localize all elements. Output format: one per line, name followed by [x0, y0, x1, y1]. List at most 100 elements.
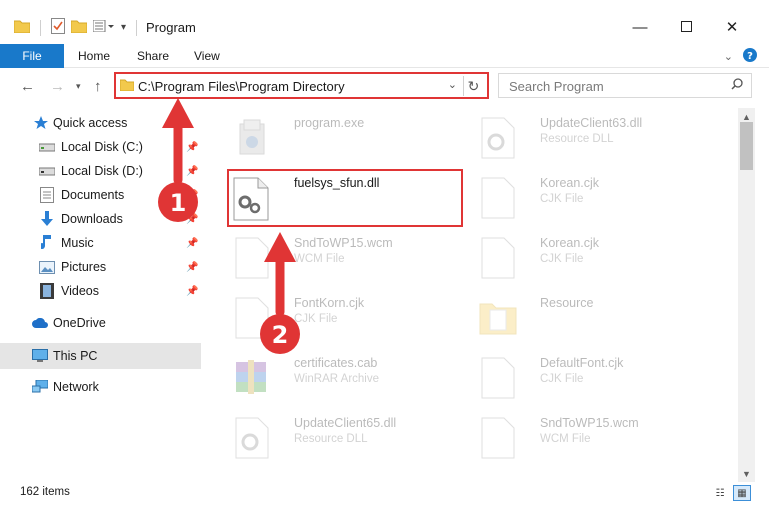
- sidebar-item-documents[interactable]: Documents 📌: [0, 183, 201, 207]
- file-type: CJK File: [540, 253, 584, 265]
- file-item[interactable]: UpdateClient63.dll Resource DLL: [478, 110, 718, 166]
- scroll-down-icon[interactable]: ▼: [738, 465, 755, 482]
- file-item[interactable]: Korean.cjk CJK File: [478, 170, 718, 226]
- pin-icon[interactable]: 📌: [186, 262, 198, 273]
- ribbon-tabs: File Home Share View ⌄ ?: [0, 44, 769, 68]
- chevron-down-icon[interactable]: ⌄: [448, 78, 457, 91]
- sidebar-item-local-disk-c[interactable]: Local Disk (C:) 📌: [0, 135, 201, 159]
- file-item[interactable]: certificates.cab WinRAR Archive: [232, 350, 472, 406]
- pictures-icon: [39, 259, 55, 275]
- quick-access-toolbar: ▾: [13, 18, 141, 37]
- file-item[interactable]: FontKorn.cjk CJK File: [232, 290, 472, 346]
- sidebar-item-label: Documents: [61, 188, 125, 202]
- file-name: Resource: [540, 296, 594, 310]
- sidebar-item-downloads[interactable]: Downloads 📌: [0, 207, 201, 231]
- file-icon: [478, 416, 518, 464]
- file-item[interactable]: program.exe: [232, 110, 472, 166]
- file-icon: [232, 296, 272, 344]
- search-box[interactable]: Search Program: [498, 73, 752, 98]
- file-name: FontKorn.cjk: [294, 296, 365, 310]
- file-name: Korean.cjk: [540, 176, 600, 190]
- folder-icon: [119, 78, 135, 94]
- close-button[interactable]: ✕: [712, 14, 752, 40]
- sidebar-item-label: Downloads: [61, 212, 123, 226]
- refresh-icon[interactable]: ↻: [463, 76, 483, 96]
- file-item[interactable]: UpdateClient65.dll Resource DLL: [232, 410, 472, 466]
- sidebar-item-label: Local Disk (D:): [61, 164, 143, 178]
- sidebar-item-quick-access[interactable]: Quick access: [0, 111, 201, 135]
- ribbon-right-controls: ⌄ ?: [724, 48, 757, 65]
- sidebar-item-pictures[interactable]: Pictures 📌: [0, 255, 201, 279]
- tab-view[interactable]: View: [194, 44, 220, 68]
- pin-icon[interactable]: 📌: [186, 238, 198, 249]
- folder-icon[interactable]: [13, 19, 31, 36]
- sidebar-item-this-pc[interactable]: This PC: [0, 343, 201, 369]
- sidebar-item-label: This PC: [53, 349, 98, 363]
- dll-icon: [478, 116, 518, 164]
- file-type: WCM File: [540, 433, 591, 445]
- sidebar-item-network[interactable]: Network: [0, 375, 201, 399]
- documents-icon: [39, 187, 55, 203]
- file-type: Resource DLL: [540, 133, 614, 145]
- tab-home[interactable]: Home: [78, 44, 110, 68]
- chevron-down-icon[interactable]: ▾: [121, 22, 126, 33]
- drive-icon: [39, 163, 55, 179]
- minimize-button[interactable]: —: [620, 14, 660, 40]
- recent-locations-icon[interactable]: ▾: [76, 81, 81, 92]
- pin-icon[interactable]: 📌: [186, 142, 198, 153]
- file-icon: [478, 356, 518, 404]
- properties-icon[interactable]: [51, 18, 65, 37]
- file-icon: [232, 236, 272, 284]
- pin-icon[interactable]: 📌: [186, 190, 198, 201]
- file-name: SndToWP15.wcm: [540, 416, 639, 430]
- tab-file[interactable]: File: [0, 44, 64, 68]
- address-bar[interactable]: C:\Program Files\Program Directory ⌄ ↻: [114, 72, 489, 99]
- file-type: CJK File: [540, 373, 584, 385]
- up-arrow-icon[interactable]: ↑: [94, 78, 102, 95]
- star-icon: [33, 115, 49, 131]
- sidebar-item-label: Videos: [61, 284, 99, 298]
- file-explorer-window: ▾ Program — ✕ File Home Share View ⌄ ? ←: [0, 0, 769, 515]
- back-arrow-icon[interactable]: ←: [20, 78, 35, 95]
- scrollbar-thumb[interactable]: [740, 122, 753, 170]
- pin-icon[interactable]: 📌: [186, 286, 198, 297]
- file-item[interactable]: SndToWP15.wcm WCM File: [232, 230, 472, 286]
- download-icon: [39, 211, 55, 227]
- archive-icon: [232, 356, 272, 404]
- dll-icon: [232, 416, 272, 464]
- file-item[interactable]: Resource: [478, 290, 718, 346]
- title-bar: ▾ Program — ✕: [0, 0, 769, 44]
- customize-toolbar-icon[interactable]: [92, 19, 115, 35]
- expand-ribbon-icon[interactable]: ⌄: [724, 50, 733, 63]
- navigation-bar: ← → ▾ ↑ C:\Program Files\Program Directo…: [0, 68, 769, 104]
- status-bar: 162 items ☷ ▦: [0, 482, 769, 504]
- new-folder-icon[interactable]: [70, 19, 88, 36]
- vertical-scrollbar[interactable]: ▲ ▼: [738, 108, 755, 482]
- videos-icon: [39, 283, 55, 299]
- file-item[interactable]: DefaultFont.cjk CJK File: [478, 350, 718, 406]
- maximize-button[interactable]: [666, 14, 706, 40]
- large-icons-view-icon[interactable]: ▦: [733, 485, 751, 501]
- forward-arrow-icon[interactable]: →: [50, 78, 65, 95]
- sidebar-item-onedrive[interactable]: OneDrive: [0, 311, 201, 335]
- help-icon[interactable]: ?: [743, 48, 757, 65]
- search-icon: [731, 78, 743, 93]
- sidebar-item-music[interactable]: Music 📌: [0, 231, 201, 255]
- search-placeholder: Search Program: [509, 79, 604, 94]
- file-icon: [478, 176, 518, 224]
- file-item[interactable]: Korean.cjk CJK File: [478, 230, 718, 286]
- sidebar-item-videos[interactable]: Videos 📌: [0, 279, 201, 303]
- details-view-icon[interactable]: ☷: [711, 485, 729, 501]
- cloud-icon: [32, 315, 48, 331]
- file-item[interactable]: SndToWP15.wcm WCM File: [478, 410, 718, 466]
- sidebar-item-local-disk-d[interactable]: Local Disk (D:) 📌: [0, 159, 201, 183]
- pin-icon[interactable]: 📌: [186, 214, 198, 225]
- pin-icon[interactable]: 📌: [186, 166, 198, 177]
- tab-share[interactable]: Share: [137, 44, 169, 68]
- sidebar-item-label: Music: [61, 236, 94, 250]
- maximize-icon: [680, 19, 692, 36]
- file-type: CJK File: [294, 313, 338, 325]
- file-type: CJK File: [540, 193, 584, 205]
- file-name: Korean.cjk: [540, 236, 600, 250]
- file-name: program.exe: [294, 116, 365, 130]
